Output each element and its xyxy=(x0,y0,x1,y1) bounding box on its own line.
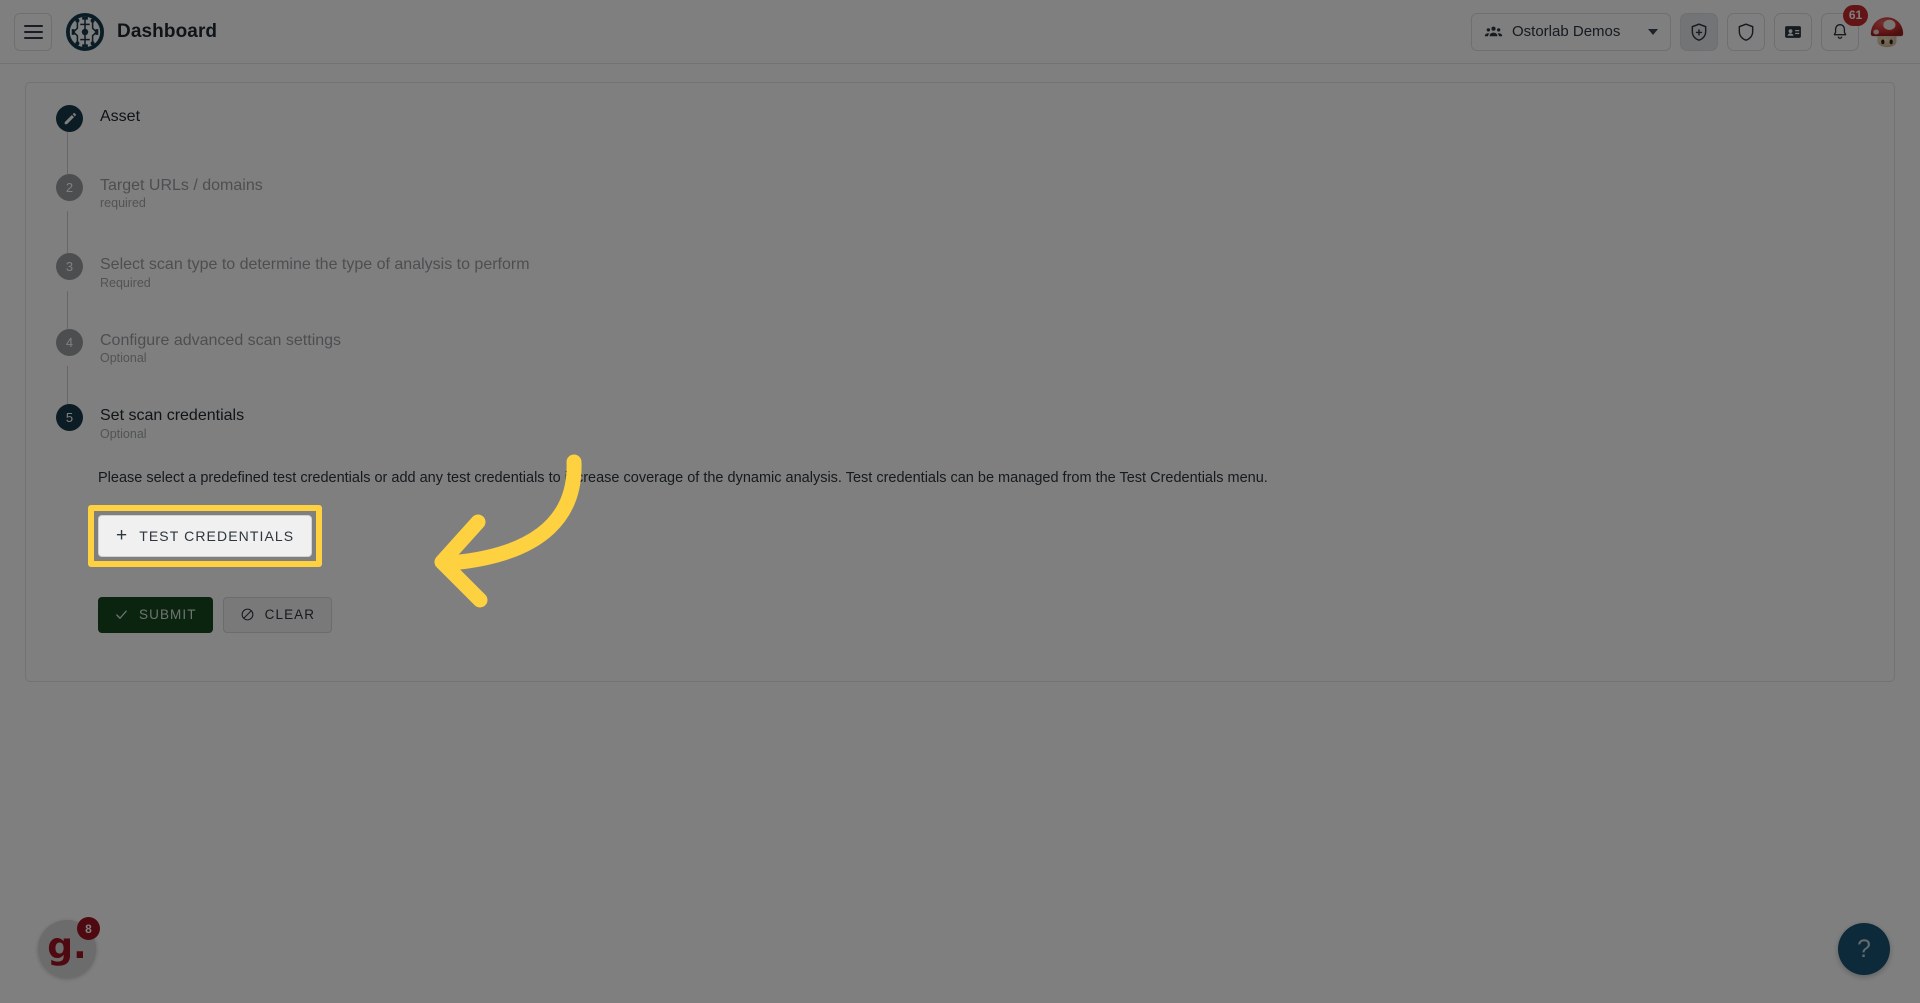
form-actions: SUBMIT CLEAR xyxy=(98,596,1866,633)
clear-button[interactable]: CLEAR xyxy=(222,596,333,633)
wizard-step-target-urls[interactable]: 2 Target URLs / domains required xyxy=(54,174,1866,211)
mushroom-avatar xyxy=(1870,16,1904,47)
step-body-5: Set scan credentials Optional xyxy=(100,404,244,441)
submit-button[interactable]: SUBMIT xyxy=(98,596,213,633)
help-button[interactable]: ? xyxy=(1838,923,1890,975)
credentials-panel: Please select a predefined test credenti… xyxy=(87,442,1866,633)
step-body-3: Select scan type to determine the type o… xyxy=(100,253,530,290)
hamburger-menu-icon[interactable] xyxy=(14,12,52,51)
wizard-step-advanced-settings[interactable]: 4 Configure advanced scan settings Optio… xyxy=(54,328,1866,366)
plus-icon: + xyxy=(116,525,129,547)
step-sub-5: Optional xyxy=(100,426,147,441)
ostorlab-circuit-logo xyxy=(66,12,104,51)
add-scan-button[interactable] xyxy=(1680,12,1718,51)
guide-widget-button[interactable]: g. 8 xyxy=(38,917,100,978)
bell-icon xyxy=(1833,23,1847,39)
scan-wizard-card: Asset 2 Target URLs / domains required 3 xyxy=(25,82,1895,682)
chevron-down-icon xyxy=(1648,28,1658,35)
notification-badge: 61 xyxy=(1843,4,1868,26)
submit-label: SUBMIT xyxy=(139,607,197,623)
content-area: Asset 2 Target URLs / domains required 3 xyxy=(0,64,1920,1003)
avatar[interactable] xyxy=(1868,13,1906,51)
shield-plus-icon xyxy=(1691,22,1707,41)
step-connector-3 xyxy=(67,290,68,329)
step-sub-4: Optional xyxy=(100,351,147,366)
step-body-4: Configure advanced scan settings Optiona… xyxy=(100,329,341,366)
test-credentials-highlight: + TEST CREDENTIALS xyxy=(87,504,323,567)
group-people-icon xyxy=(1484,26,1503,37)
shield-icon xyxy=(1738,22,1754,41)
add-test-credentials-label: TEST CREDENTIALS xyxy=(139,527,295,544)
credentials-description: Please select a predefined test credenti… xyxy=(98,469,1268,486)
app-root: Dashboard Ostorlab Demos 61 Asset 2 Targ… xyxy=(0,0,1920,1003)
step-label-2: Target URLs / domains xyxy=(100,177,263,194)
wizard-step-scan-credentials[interactable]: 5 Set scan credentials Optional xyxy=(54,404,1866,441)
id-card-icon xyxy=(1785,25,1801,38)
header-actions: Ostorlab Demos 61 xyxy=(1471,4,1906,51)
step-indicator-1 xyxy=(56,105,83,132)
step-connector-2 xyxy=(67,211,68,254)
step-indicator-4: 4 xyxy=(56,328,83,356)
organization-selector[interactable]: Ostorlab Demos xyxy=(1471,12,1671,51)
page-title: Dashboard xyxy=(117,20,218,42)
check-icon xyxy=(116,610,127,620)
step-body-2: Target URLs / domains required xyxy=(100,174,263,211)
organization-name: Ostorlab Demos xyxy=(1512,23,1621,40)
add-test-credentials-button[interactable]: + TEST CREDENTIALS xyxy=(98,514,313,557)
step-sub-2: required xyxy=(100,196,146,211)
scan-wizard-stepper: Asset 2 Target URLs / domains required 3 xyxy=(54,105,1866,633)
step-indicator-5: 5 xyxy=(56,404,83,432)
clear-label: CLEAR xyxy=(264,607,316,623)
edit-pencil-icon xyxy=(64,112,76,124)
block-circle-slash-icon xyxy=(241,608,254,621)
question-mark-icon: ? xyxy=(1857,934,1871,963)
step-connector-4 xyxy=(67,366,68,405)
step-sub-3: Required xyxy=(100,275,151,290)
step-label-5: Set scan credentials xyxy=(100,407,245,425)
step-indicator-3: 3 xyxy=(56,253,83,281)
wizard-step-scan-type[interactable]: 3 Select scan type to determine the type… xyxy=(54,253,1866,290)
step-connector-1 xyxy=(67,132,68,174)
wizard-step-asset[interactable]: Asset xyxy=(54,105,1866,132)
step-indicator-2: 2 xyxy=(56,174,83,201)
step-label-4: Configure advanced scan settings xyxy=(100,331,342,349)
step-label-3: Select scan type to determine the type o… xyxy=(100,256,530,274)
security-button[interactable] xyxy=(1727,12,1765,51)
tickets-button[interactable] xyxy=(1774,12,1812,51)
guide-badge: 8 xyxy=(77,917,100,940)
notifications-button[interactable]: 61 xyxy=(1821,4,1868,51)
app-header: Dashboard Ostorlab Demos 61 xyxy=(0,0,1920,64)
step-label-1: Asset xyxy=(100,108,141,125)
step-body-1: Asset xyxy=(100,105,140,126)
